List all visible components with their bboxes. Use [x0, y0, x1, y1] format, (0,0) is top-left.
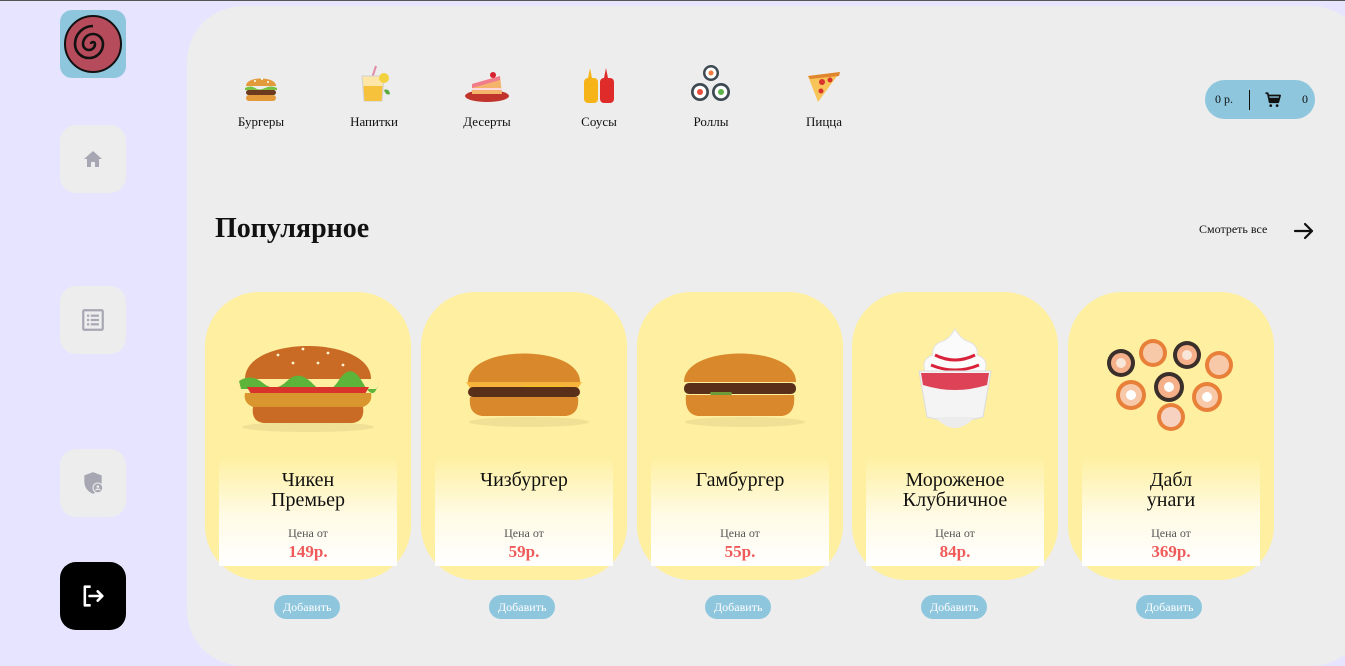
cart-count: 0	[1302, 92, 1308, 106]
product-price: 55р.	[724, 542, 756, 561]
product-name-line2: унаги	[1146, 489, 1196, 511]
logout-icon	[83, 585, 104, 607]
product-name: Чизбургер	[435, 470, 613, 490]
see-all-link[interactable]: Смотреть все	[1199, 222, 1267, 237]
product-name-line1: Чикен	[281, 469, 335, 491]
sidebar-home-button[interactable]	[60, 125, 126, 193]
price-from-label: Цена от	[288, 526, 328, 540]
category-burgers[interactable]: Бургеры	[216, 62, 306, 130]
product-name-line2: Премьер	[271, 489, 345, 511]
pizza-icon	[808, 72, 840, 102]
product-name-line1: Чизбургер	[480, 469, 568, 491]
category-drinks[interactable]: Напитки	[329, 62, 419, 130]
product-card[interactable]: Чикен Премьер Цена от 149р.	[205, 292, 411, 580]
product-name-line1: Мороженое	[905, 469, 1005, 491]
product-image	[637, 320, 843, 450]
category-label: Роллы	[693, 114, 729, 129]
arrow-right-icon[interactable]	[1293, 221, 1315, 241]
product-image	[1068, 320, 1274, 450]
product-name-line1: Дабл	[1149, 469, 1193, 491]
add-to-cart-button[interactable]: Добавить	[1136, 595, 1203, 619]
category-sauces[interactable]: Соусы	[554, 62, 644, 130]
product-card[interactable]: Гамбургер Цена от 55р.	[637, 292, 843, 580]
cart-icon	[1265, 91, 1281, 107]
drink-icon	[361, 65, 390, 102]
spiral-logo-icon	[64, 15, 122, 73]
product-price: 149р.	[288, 542, 328, 561]
top-border	[0, 0, 1345, 1]
product-name: Мороженое Клубничное	[866, 470, 1044, 510]
category-rolls[interactable]: Роллы	[666, 62, 756, 130]
sidebar-logout-button[interactable]	[60, 562, 126, 630]
category-label: Десерты	[463, 114, 511, 129]
price-from-label: Цена от	[720, 526, 760, 540]
product-price: 59р.	[508, 542, 540, 561]
category-label: Напитки	[350, 114, 398, 129]
product-info: Мороженое Клубничное Цена от 84р.	[866, 456, 1044, 566]
chicken-burger-icon	[239, 346, 379, 432]
category-label: Соусы	[581, 114, 617, 129]
product-image	[852, 320, 1058, 450]
product-info: Дабл унаги Цена от 369р.	[1082, 456, 1260, 566]
product-name-line2: Клубничное	[902, 489, 1008, 511]
category-label: Бургеры	[237, 114, 285, 129]
rolls-icon	[691, 65, 730, 101]
product-price: 369р.	[1151, 542, 1191, 561]
section-title: Популярное	[215, 213, 370, 244]
price-from-label: Цена от	[504, 526, 544, 540]
add-to-cart-button[interactable]: Добавить	[921, 595, 988, 619]
cart-divider	[1249, 89, 1250, 110]
home-icon	[84, 151, 102, 167]
sidebar-account-button[interactable]	[60, 449, 126, 517]
list-icon	[82, 309, 104, 331]
user-shield-icon	[84, 472, 104, 494]
category-label: Пицца	[805, 114, 843, 129]
category-desserts[interactable]: Десерты	[442, 62, 532, 130]
hamburger-icon	[684, 353, 805, 427]
product-info: Гамбургер Цена от 55р.	[651, 456, 829, 566]
price-from-label: Цена от	[1151, 526, 1191, 540]
product-image	[421, 320, 627, 450]
product-image	[205, 320, 411, 450]
cart-total: 0 р.	[1215, 92, 1233, 106]
product-price: 84р.	[939, 542, 971, 561]
ice-cream-sundae-icon	[918, 328, 992, 428]
product-name: Гамбургер	[651, 470, 829, 490]
category-pizza[interactable]: Пицца	[779, 62, 869, 130]
add-to-cart-button[interactable]: Добавить	[489, 595, 556, 619]
product-name: Чикен Премьер	[219, 470, 397, 510]
product-card[interactable]: Дабл унаги Цена от 369р.	[1068, 292, 1274, 580]
add-to-cart-button[interactable]: Добавить	[274, 595, 341, 619]
product-name: Дабл унаги	[1082, 470, 1260, 510]
price-from-label: Цена от	[935, 526, 975, 540]
product-card[interactable]: Мороженое Клубничное Цена от 84р.	[852, 292, 1058, 580]
logo[interactable]	[60, 10, 126, 78]
cart-widget[interactable]: 0 р. 0	[1205, 80, 1315, 119]
product-card[interactable]: Чизбургер Цена от 59р.	[421, 292, 627, 580]
sauce-icon	[584, 68, 614, 103]
product-name-line1: Гамбургер	[695, 469, 785, 491]
product-info: Чикен Премьер Цена от 149р.	[219, 456, 397, 566]
add-to-cart-button[interactable]: Добавить	[705, 595, 772, 619]
product-info: Чизбургер Цена от 59р.	[435, 456, 613, 566]
burger-icon	[245, 78, 277, 101]
cake-icon	[465, 72, 509, 102]
cheeseburger-icon	[466, 353, 589, 427]
sidebar-menu-button[interactable]	[60, 286, 126, 354]
sushi-rolls-icon	[1107, 339, 1233, 431]
